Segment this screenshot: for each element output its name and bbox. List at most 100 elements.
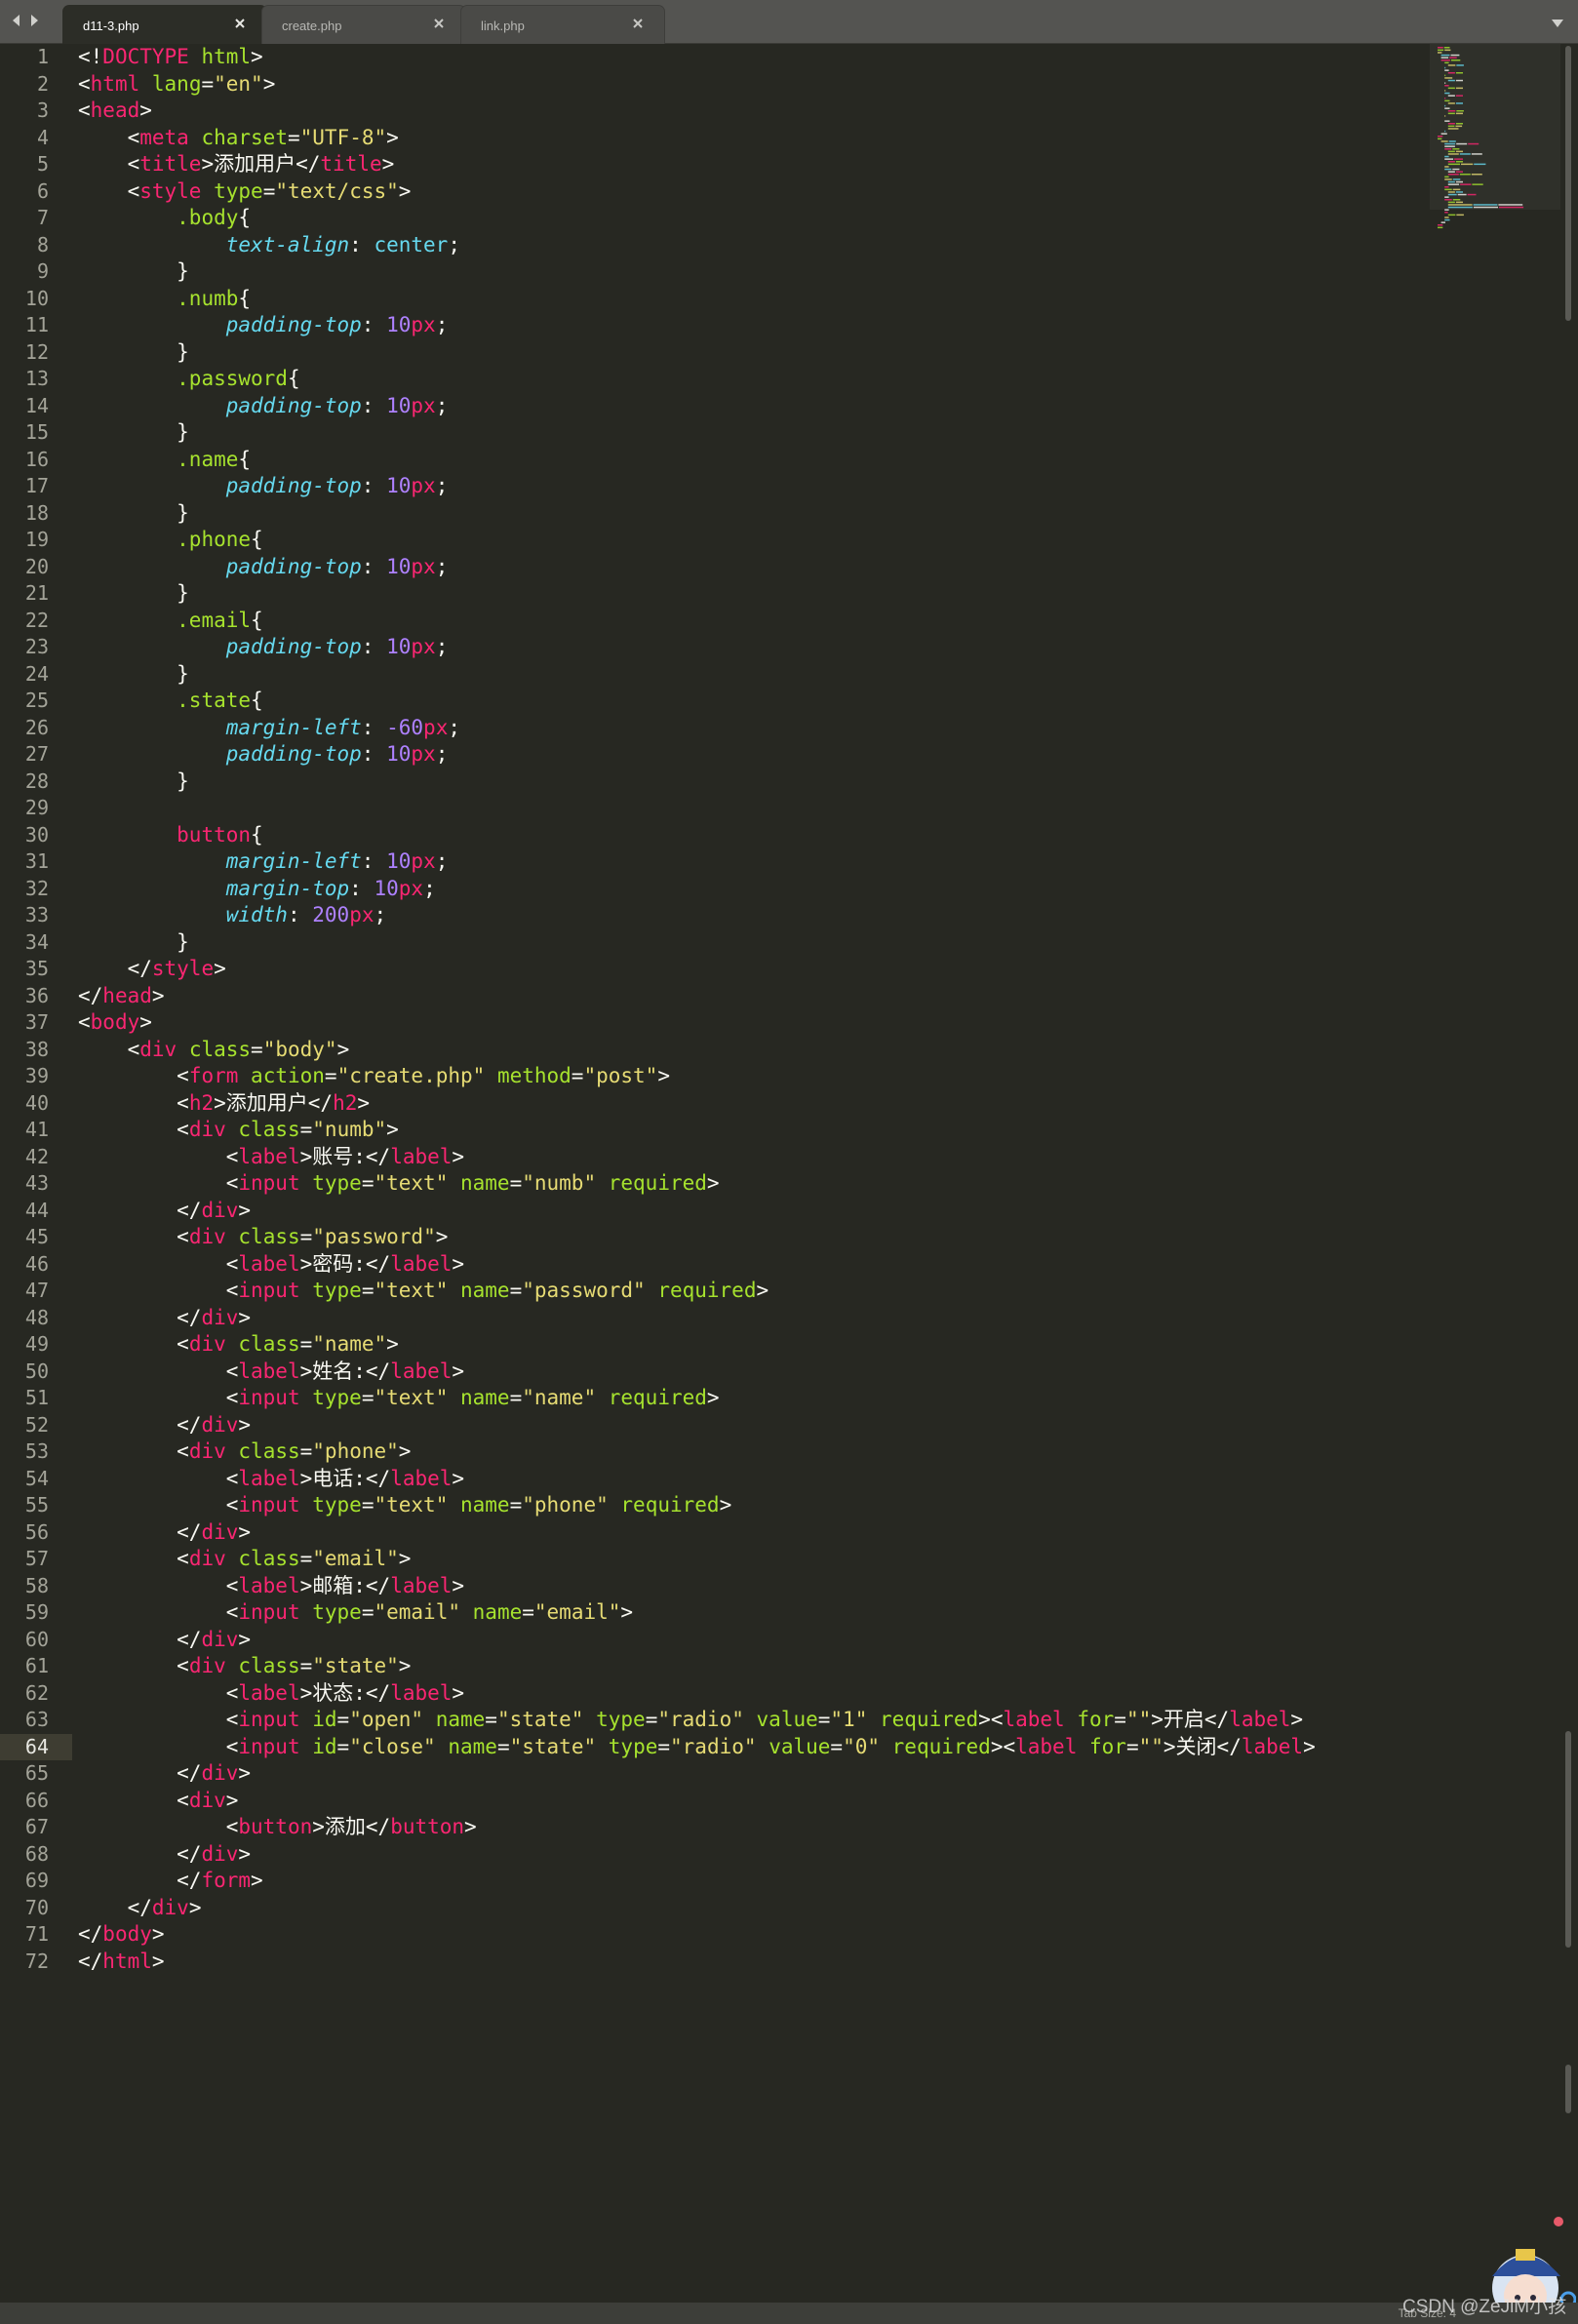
code-line[interactable]: } <box>78 929 189 957</box>
minimap-line <box>1444 61 1449 64</box>
code-line[interactable]: .phone{ <box>78 527 263 554</box>
code-line[interactable]: } <box>78 580 189 608</box>
minimap-line <box>1444 217 1449 218</box>
code-line[interactable]: <div> <box>78 1788 238 1815</box>
code-line[interactable]: padding-top: 10px; <box>78 312 449 339</box>
code-line[interactable]: <input type="text" name="numb" required> <box>78 1170 720 1198</box>
minimap-line <box>1443 47 1450 49</box>
code-line[interactable]: </div> <box>78 1519 251 1547</box>
code-line[interactable]: <label>邮箱:</label> <box>78 1573 464 1600</box>
code-line[interactable]: <html lang="en"> <box>78 71 275 98</box>
code-line[interactable]: .numb{ <box>78 286 251 313</box>
line-number: 28 <box>24 768 49 793</box>
code-area[interactable]: <!DOCTYPE html> <html lang="en"> <head> <m… <box>78 44 1424 2303</box>
code-line[interactable]: <label>姓名:</label> <box>78 1359 464 1386</box>
code-line[interactable]: <div class="email"> <box>78 1546 411 1573</box>
vertical-scrollbar[interactable] <box>1563 44 1573 2303</box>
minimap[interactable] <box>1434 44 1560 258</box>
code-line[interactable]: </div> <box>78 1895 202 1922</box>
code-line[interactable]: padding-top: 10px; <box>78 393 449 420</box>
code-line[interactable]: </html> <box>78 1949 165 1976</box>
line-number: 32 <box>24 876 49 900</box>
code-line[interactable]: <head> <box>78 98 152 125</box>
code-line[interactable]: } <box>78 258 189 286</box>
code-line[interactable]: } <box>78 500 189 528</box>
code-line[interactable]: .state{ <box>78 688 263 715</box>
code-line[interactable]: .password{ <box>78 366 299 393</box>
code-line[interactable]: <input id="close" name="state" type="rad… <box>78 1734 1316 1761</box>
code-line[interactable]: <div class="body"> <box>78 1037 350 1064</box>
code-line[interactable]: padding-top: 10px; <box>78 741 449 768</box>
chevron-right-icon[interactable] <box>28 14 42 29</box>
code-line[interactable]: button{ <box>78 822 263 849</box>
code-line[interactable]: padding-top: 10px; <box>78 634 449 661</box>
code-line[interactable]: <body> <box>78 1009 152 1037</box>
minimap-line <box>1444 49 1451 52</box>
code-line[interactable]: <button>添加</button> <box>78 1814 477 1841</box>
code-line[interactable]: </div> <box>78 1627 251 1654</box>
tab-d11-3-php[interactable]: d11-3.php <box>62 5 267 44</box>
code-line[interactable]: text-align: center; <box>78 232 460 259</box>
code-line[interactable]: </div> <box>78 1841 251 1869</box>
code-line[interactable]: <label>密码:</label> <box>78 1251 464 1279</box>
code-line[interactable]: padding-top: 10px; <box>78 473 449 500</box>
code-line[interactable]: <input type="text" name="password" requi… <box>78 1278 769 1305</box>
code-line[interactable]: <div class="state"> <box>78 1653 411 1680</box>
code-line[interactable]: </style> <box>78 956 226 983</box>
minimap-line <box>1444 115 1446 117</box>
code-line[interactable]: <label>状态:</label> <box>78 1680 464 1708</box>
chevron-down-icon[interactable] <box>1551 15 1564 27</box>
minimap-line <box>1447 150 1455 153</box>
code-line[interactable]: <meta charset="UTF-8"> <box>78 125 399 152</box>
code-line[interactable]: <div class="numb"> <box>78 1117 399 1144</box>
code-line[interactable]: .body{ <box>78 205 251 232</box>
scrollbar-thumb[interactable] <box>1565 46 1571 321</box>
close-icon[interactable] <box>432 17 446 30</box>
code-line[interactable]: <input type="email" name="email"> <box>78 1599 633 1627</box>
code-line[interactable]: .email{ <box>78 608 263 635</box>
line-number: 4 <box>36 125 49 149</box>
minimap-line <box>1447 112 1455 115</box>
code-line[interactable]: <input type="text" name="name" required> <box>78 1385 720 1412</box>
tab-label: link.php <box>481 19 525 33</box>
code-line[interactable]: .name{ <box>78 447 251 474</box>
code-line[interactable]: </div> <box>78 1198 251 1225</box>
line-number: 13 <box>24 367 49 390</box>
close-icon[interactable] <box>233 17 247 30</box>
code-line[interactable]: } <box>78 661 189 689</box>
code-line[interactable]: <label>账号:</label> <box>78 1144 464 1171</box>
chevron-left-icon[interactable] <box>11 14 24 29</box>
code-line[interactable]: <label>电话:</label> <box>78 1466 464 1493</box>
code-line[interactable]: </div> <box>78 1305 251 1332</box>
code-line[interactable]: margin-left: 10px; <box>78 848 449 876</box>
code-line[interactable]: width: 200px; <box>78 902 386 929</box>
code-line[interactable]: } <box>78 419 189 447</box>
code-line[interactable]: <!DOCTYPE html> <box>78 44 263 71</box>
close-icon[interactable] <box>631 17 645 30</box>
editor-window: { "tabs": [ {"label": "d11-3.php", "acti… <box>0 0 1578 2324</box>
code-line[interactable]: </div> <box>78 1760 251 1788</box>
tab-create-php[interactable]: create.php <box>261 5 466 44</box>
code-line[interactable]: </div> <box>78 1412 251 1439</box>
code-line[interactable]: margin-top: 10px; <box>78 876 436 903</box>
code-line[interactable]: <form action="create.php" method="post"> <box>78 1063 670 1090</box>
code-line[interactable]: </body> <box>78 1921 165 1949</box>
tab-link-php[interactable]: link.php <box>460 5 665 44</box>
code-line[interactable]: <div class="phone"> <box>78 1438 411 1466</box>
code-line[interactable]: } <box>78 339 189 367</box>
code-line[interactable]: </form> <box>78 1868 263 1895</box>
code-line[interactable]: margin-left: -60px; <box>78 715 460 742</box>
minimap-line <box>1438 49 1444 52</box>
code-line[interactable]: <title>添加用户</title> <box>78 151 395 178</box>
code-line[interactable]: <input id="open" name="state" type="radi… <box>78 1707 1303 1734</box>
code-line[interactable]: <input type="text" name="phone" required… <box>78 1492 732 1519</box>
code-line[interactable]: padding-top: 10px; <box>78 554 449 581</box>
code-line[interactable]: </head> <box>78 983 165 1010</box>
code-line[interactable]: <div class="password"> <box>78 1224 448 1251</box>
minimap-line <box>1455 191 1463 193</box>
code-line[interactable]: <div class="name"> <box>78 1331 399 1359</box>
code-line[interactable]: <h2>添加用户</h2> <box>78 1090 370 1118</box>
code-line[interactable]: } <box>78 768 189 796</box>
code-line[interactable]: <style type="text/css"> <box>78 178 412 206</box>
code-editor[interactable]: 1 2 3 4 5 6 7 8 9 10 11 12 13 14 15 16 17 18 19 20 21 22 23 24 2… <box>0 44 1578 2303</box>
